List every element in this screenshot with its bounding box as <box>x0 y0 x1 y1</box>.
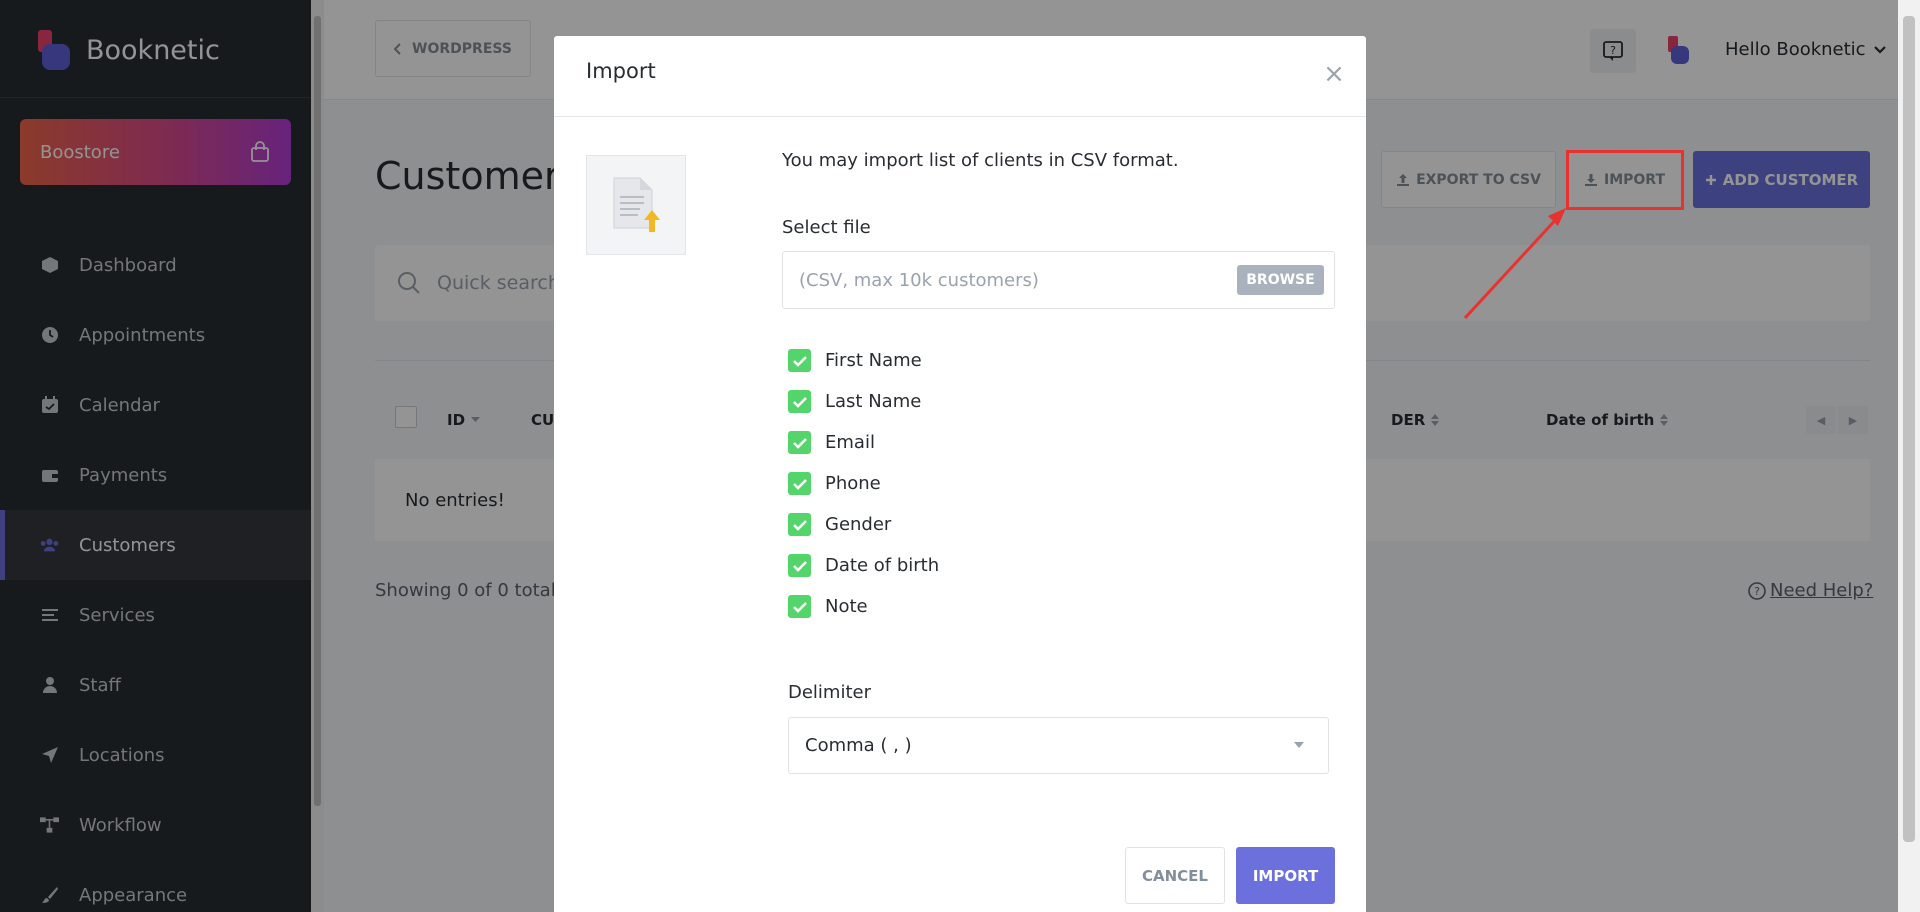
field-checkbox-first-name[interactable]: First Name <box>788 349 922 372</box>
import-description: You may import list of clients in CSV fo… <box>782 150 1179 171</box>
csv-file-icon <box>586 155 686 255</box>
field-checkbox-gender[interactable]: Gender <box>788 513 891 536</box>
checkbox-label: Date of birth <box>825 555 940 576</box>
modal-header: Import × <box>554 36 1366 117</box>
check-icon <box>792 355 807 367</box>
caret-down-icon <box>1294 742 1304 748</box>
field-checkbox-note[interactable]: Note <box>788 595 868 618</box>
cancel-button[interactable]: CANCEL <box>1125 847 1225 904</box>
import-submit-button[interactable]: IMPORT <box>1236 847 1335 904</box>
check-icon <box>792 601 807 613</box>
checkbox-label: Email <box>825 432 875 453</box>
check-icon <box>792 519 807 531</box>
check-icon <box>792 437 807 449</box>
checkbox-checked[interactable] <box>788 595 811 618</box>
checkbox-checked[interactable] <box>788 349 811 372</box>
check-icon <box>792 396 807 408</box>
checkbox-label: First Name <box>825 350 922 371</box>
checkbox-checked[interactable] <box>788 472 811 495</box>
modal-title: Import <box>586 59 656 83</box>
delimiter-label: Delimiter <box>788 682 872 703</box>
import-modal: Import × You may import list of clients … <box>554 36 1366 912</box>
file-input[interactable]: (CSV, max 10k customers) BROWSE <box>782 251 1335 309</box>
checkbox-label: Last Name <box>825 391 922 412</box>
field-checkbox-phone[interactable]: Phone <box>788 472 881 495</box>
checkbox-checked[interactable] <box>788 431 811 454</box>
delimiter-value: Comma ( , ) <box>805 735 912 756</box>
check-icon <box>792 560 807 572</box>
check-icon <box>792 478 807 490</box>
field-checkbox-date-of-birth[interactable]: Date of birth <box>788 554 939 577</box>
checkbox-checked[interactable] <box>788 390 811 413</box>
checkbox-checked[interactable] <box>788 513 811 536</box>
delimiter-select[interactable]: Comma ( , ) <box>788 717 1329 774</box>
file-input-placeholder: (CSV, max 10k customers) <box>799 270 1039 291</box>
browse-button[interactable]: BROWSE <box>1237 265 1324 295</box>
close-icon[interactable]: × <box>1322 60 1346 88</box>
field-checkbox-last-name[interactable]: Last Name <box>788 390 921 413</box>
checkbox-checked[interactable] <box>788 554 811 577</box>
checkbox-label: Note <box>825 596 868 617</box>
field-checkbox-email[interactable]: Email <box>788 431 875 454</box>
checkbox-label: Gender <box>825 514 892 535</box>
checkbox-label: Phone <box>825 473 881 494</box>
select-file-label: Select file <box>782 217 871 238</box>
